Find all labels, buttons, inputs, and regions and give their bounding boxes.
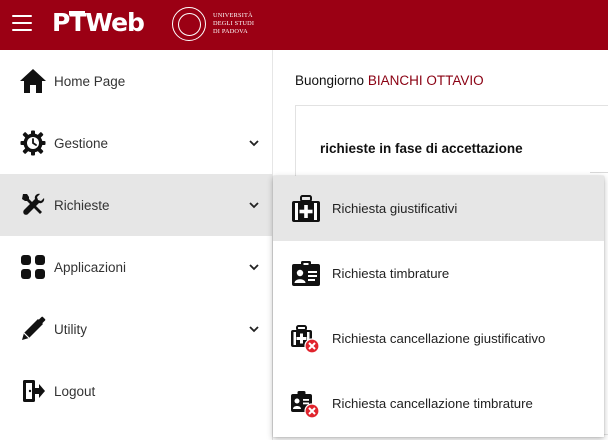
logo-suffix: Web bbox=[85, 8, 145, 37]
sidebar: Home Page Gestione Richieste Applicazion… bbox=[0, 50, 272, 440]
menu-item-label: Richiesta cancellazione timbrature bbox=[332, 396, 533, 411]
chevron-down-icon bbox=[249, 326, 259, 333]
greeting-text: Buongiorno bbox=[295, 73, 365, 88]
divider bbox=[590, 172, 608, 173]
sidebar-item-richieste[interactable]: Richieste bbox=[0, 174, 272, 236]
sidebar-item-label: Richieste bbox=[54, 197, 110, 213]
apps-grid-icon bbox=[19, 253, 47, 281]
sidebar-item-logout[interactable]: Logout bbox=[0, 360, 272, 422]
medical-case-icon bbox=[292, 194, 320, 222]
badge-icon bbox=[292, 260, 320, 286]
menu-item-richiesta-timbrature[interactable]: Richiesta timbrature bbox=[273, 241, 604, 306]
sidebar-item-label: Applicazioni bbox=[54, 259, 127, 275]
pencil-icon bbox=[19, 315, 47, 343]
gear-clock-icon bbox=[19, 129, 47, 157]
tools-icon bbox=[19, 191, 47, 219]
menu-item-label: Richiesta cancellazione giustificativo bbox=[332, 331, 546, 346]
menu-item-label: Richiesta giustificativi bbox=[332, 201, 458, 216]
menu-item-richiesta-cancellazione-giustificativo[interactable]: Richiesta cancellazione giustificativo bbox=[273, 306, 604, 371]
menu-item-label: Richiesta timbrature bbox=[332, 266, 450, 281]
logo-t: T bbox=[69, 8, 86, 37]
sidebar-item-label: Home Page bbox=[54, 73, 126, 89]
sidebar-item-gestione[interactable]: Gestione bbox=[0, 112, 272, 174]
sidebar-item-utility[interactable]: Utility bbox=[0, 298, 272, 360]
university-seal-icon bbox=[172, 7, 206, 41]
home-icon bbox=[19, 67, 47, 95]
badge-cancel-icon bbox=[291, 390, 320, 419]
chevron-down-icon bbox=[249, 140, 259, 147]
app-logo[interactable]: PT Web bbox=[52, 8, 145, 38]
chevron-down-icon bbox=[249, 202, 259, 209]
logo-prefix: P bbox=[52, 8, 70, 37]
logout-icon bbox=[19, 377, 47, 405]
top-bar: PT Web Università degli Studi di Padova bbox=[0, 0, 608, 50]
university-name: Università degli Studi di Padova bbox=[213, 12, 255, 35]
chevron-down-icon bbox=[249, 264, 259, 271]
hamburger-menu-icon[interactable] bbox=[12, 15, 32, 31]
user-name: BIANCHI OTTAVIO bbox=[367, 73, 484, 88]
greeting: Buongiorno BIANCHI OTTAVIO bbox=[295, 73, 484, 88]
sidebar-item-label: Logout bbox=[54, 383, 96, 399]
richieste-submenu: Richiesta giustificativi Richiesta timbr… bbox=[273, 176, 604, 437]
medical-case-cancel-icon bbox=[291, 324, 320, 354]
menu-item-richiesta-giustificativi[interactable]: Richiesta giustificativi bbox=[273, 176, 604, 241]
sidebar-item-applicazioni[interactable]: Applicazioni bbox=[0, 236, 272, 298]
panel-title: richieste in fase di accettazione bbox=[320, 141, 523, 156]
sidebar-item-label: Gestione bbox=[54, 135, 109, 151]
sidebar-item-home[interactable]: Home Page bbox=[0, 50, 272, 112]
menu-item-richiesta-cancellazione-timbrature[interactable]: Richiesta cancellazione timbrature bbox=[273, 371, 604, 436]
sidebar-item-label: Utility bbox=[54, 321, 87, 337]
